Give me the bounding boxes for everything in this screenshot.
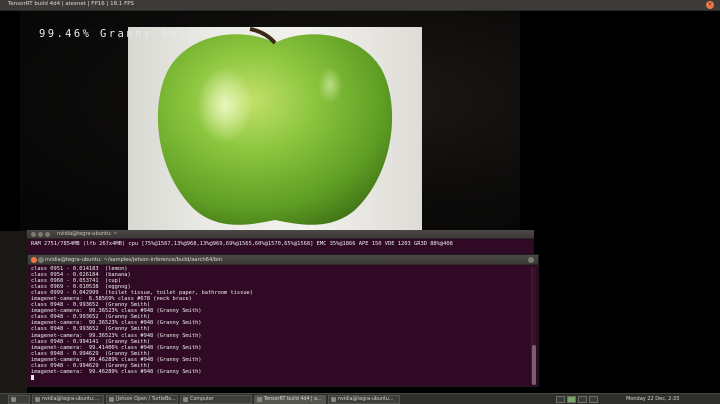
taskbar-item-terminal-2[interactable]: nvidia@tegra-ubuntu... <box>328 395 400 404</box>
minimize-icon[interactable] <box>38 232 43 237</box>
minimize-icon[interactable] <box>38 257 44 263</box>
folder-icon <box>183 397 188 402</box>
close-icon[interactable] <box>31 232 36 237</box>
maximize-icon[interactable] <box>528 257 534 263</box>
clock[interactable]: Monday 22 Dec, 2:33 <box>626 395 679 404</box>
close-icon[interactable] <box>31 257 37 263</box>
tegrastats-output: RAM 2751/7854MB (lfb 267x4MB) cpu [75%@1… <box>31 241 453 247</box>
desktop-edge <box>0 231 27 393</box>
terminal-cursor-line <box>31 374 527 381</box>
task-label: nvidia@tegra-ubuntu:... <box>42 397 100 402</box>
terminal-output[interactable]: class 0951 - 0.014183 (lemon) class 0954… <box>31 266 527 381</box>
imagenet-terminal-title: nvidia@tegra-ubuntu: ~/samples/jetson-in… <box>45 257 223 263</box>
classification-overlay: 99.46% Granny Smith <box>39 28 205 40</box>
close-icon[interactable]: × <box>706 1 714 9</box>
taskbar-item-computer[interactable]: Computer <box>180 395 252 404</box>
workspace-3[interactable] <box>578 396 587 403</box>
terminal-icon <box>331 397 336 402</box>
workspace-4[interactable] <box>589 396 598 403</box>
taskbar-item-browser[interactable]: [Jetson Open / TurtleBo... <box>106 395 178 404</box>
task-label: nvidia@tegra-ubuntu... <box>338 397 394 402</box>
taskbar-item-tensorrt[interactable]: TensorRT build 4d4 | a... <box>254 395 326 404</box>
camera-view: 99.46% Granny Smith <box>0 11 720 231</box>
workspace-2[interactable] <box>567 396 576 403</box>
tegrastats-terminal[interactable]: nvidia@tegra-ubuntu: ~ RAM 2751/7854MB (… <box>27 230 534 254</box>
workspace-1[interactable] <box>556 396 565 403</box>
taskbar-item-terminal[interactable]: nvidia@tegra-ubuntu:... <box>32 395 104 404</box>
terminal-scrollbar[interactable] <box>531 267 536 385</box>
imagenet-titlebar[interactable]: nvidia@tegra-ubuntu: ~/samples/jetson-in… <box>28 255 538 265</box>
scrollbar-thumb[interactable] <box>532 345 536 385</box>
text-cursor <box>31 374 34 381</box>
tegrastats-title: nvidia@tegra-ubuntu: ~ <box>57 231 118 237</box>
window-title-bar[interactable]: TensorRT build 4d4 | alexnet | FP16 | 18… <box>0 0 720 11</box>
maximize-icon[interactable] <box>45 232 50 237</box>
window-title: TensorRT build 4d4 | alexnet | FP16 | 18… <box>8 1 135 7</box>
show-desktop-button[interactable] <box>8 395 30 404</box>
taskbar: nvidia@tegra-ubuntu:... [Jetson Open / T… <box>0 393 720 404</box>
window-icon <box>257 397 262 402</box>
terminal-icon <box>35 397 40 402</box>
imagenet-terminal[interactable]: nvidia@tegra-ubuntu: ~/samples/jetson-in… <box>27 254 539 387</box>
task-label: Computer <box>190 397 214 402</box>
tegrastats-titlebar[interactable]: nvidia@tegra-ubuntu: ~ <box>27 230 534 239</box>
browser-icon <box>109 397 114 402</box>
granny-smith-apple-image <box>157 27 393 225</box>
desktop-icon <box>11 397 16 402</box>
task-label: [Jetson Open / TurtleBo... <box>116 397 176 402</box>
task-label: TensorRT build 4d4 | a... <box>264 397 322 402</box>
